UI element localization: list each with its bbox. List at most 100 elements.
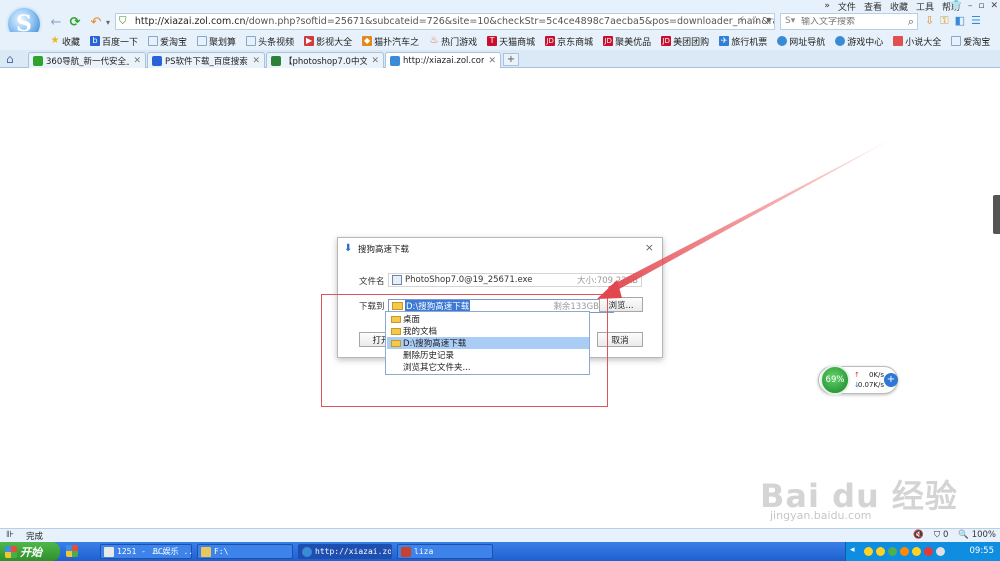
exe-file-icon — [392, 275, 402, 285]
bookmark-nav[interactable]: 网址导航 — [777, 35, 825, 48]
key-icon[interactable]: ⚿ — [940, 14, 948, 28]
bookmark-jd[interactable]: JD 京东商城 — [545, 35, 593, 48]
quicklaunch-app-icon[interactable] — [66, 545, 78, 557]
close-icon[interactable]: ✕ — [990, 1, 998, 11]
search-engine-icon[interactable]: S▾ — [785, 16, 795, 26]
tab-bar: ⌂ 360导航_新一代安全上网 ✕ PS软件下载_百度搜索 ✕ 【photosh… — [0, 50, 1000, 68]
bookmark-baidu[interactable]: b 百度一下 — [90, 35, 138, 48]
plane-icon: ✈ — [719, 36, 730, 46]
tab-favicon — [390, 55, 400, 66]
security-icon[interactable] — [888, 547, 897, 556]
tab-xiazai-zol[interactable]: http://xiazai.zol.com.cn/ ✕ — [385, 52, 501, 68]
qq-icon[interactable] — [876, 547, 885, 556]
plus-icon[interactable]: + — [884, 373, 898, 387]
zoom-level[interactable]: 🔍 100% — [958, 530, 996, 540]
skin-icon[interactable]: 👕 — [951, 1, 962, 11]
filename-field[interactable]: PhotoShop7.0@19_25671.exe 大小:709.22KB — [388, 273, 642, 287]
address-dropdown-icon[interactable]: ▾ — [766, 15, 771, 26]
bookmark-favorites[interactable]: ★ 收藏 — [50, 35, 81, 48]
quick-launch — [66, 545, 78, 557]
windows-taskbar: 开始 1251 - ... BC娱乐 ... F:\ http://xiazai… — [0, 542, 1000, 561]
app-tray-icon[interactable] — [924, 547, 933, 556]
refresh-icon[interactable]: ⟳ — [67, 14, 83, 30]
star-icon: ★ — [50, 35, 60, 46]
speed-percent-circle: 69% — [820, 365, 850, 395]
tab-close-icon[interactable]: ✕ — [488, 56, 496, 66]
menu-more-icon[interactable]: » — [824, 1, 830, 11]
url-text[interactable]: http://xiazai.zol.com.cn/down.php?softid… — [135, 16, 774, 27]
menu-view[interactable]: 查看 — [864, 0, 882, 13]
menu-bar: » 文件 查看 收藏 工具 帮助 — [824, 0, 960, 13]
app-icon — [401, 546, 411, 557]
tab-close-icon[interactable]: ✕ — [252, 56, 260, 66]
tab-ps-search[interactable]: PS软件下载_百度搜索 ✕ — [147, 52, 265, 68]
flame-icon: ♨ — [429, 35, 439, 46]
bookmark-game-center[interactable]: 游戏中心 — [835, 35, 883, 48]
task-liza[interactable]: liza — [397, 544, 493, 559]
menu-favorites[interactable]: 收藏 — [890, 0, 908, 13]
network-speed-widget[interactable]: 69% ↑ 0K/s ↓ 0.07K/s + — [818, 365, 898, 395]
app-tray-icon[interactable] — [900, 547, 909, 556]
undo-dropdown-icon[interactable]: ▾ — [100, 14, 116, 30]
qq-icon[interactable] — [864, 547, 873, 556]
home-icon[interactable]: ⌂ — [6, 52, 14, 66]
address-actions: ⚡ ☆ ▾ — [738, 15, 771, 26]
menu-grid-icon[interactable]: ☰ — [971, 14, 981, 28]
tab-favicon — [271, 55, 281, 66]
restore-icon[interactable]: ▫ — [978, 1, 984, 11]
favorite-star-icon[interactable]: ☆ — [751, 15, 760, 26]
windows-logo-icon — [5, 545, 17, 558]
menu-tools[interactable]: 工具 — [916, 0, 934, 13]
window-controls: 👕 – ▫ ✕ — [951, 0, 998, 12]
upload-speed: ↑ 0K/s — [854, 371, 884, 379]
shield-count[interactable]: ⛉ 0 — [934, 530, 949, 540]
task-explorer[interactable]: F:\ — [197, 544, 293, 559]
jd-icon: JD — [545, 36, 556, 46]
start-button[interactable]: 开始 — [0, 542, 60, 561]
new-tab-button[interactable]: + — [503, 53, 519, 66]
bookmark-video[interactable]: ▶ 影视大全 — [304, 35, 352, 48]
minimize-icon[interactable]: – — [968, 1, 973, 11]
globe-icon — [777, 36, 788, 46]
volume-icon[interactable] — [936, 547, 945, 556]
back-icon[interactable]: ← — [48, 14, 64, 30]
tab-photoshop[interactable]: 【photoshop7.0中文版 ✕ — [266, 52, 384, 68]
bookmark-novels[interactable]: 小说大全 — [893, 35, 941, 48]
status-right-area: 🔇 ⛉ 0 🔍 100% — [913, 530, 996, 540]
bookmark-juhuasuan[interactable]: 聚划算 — [197, 35, 236, 48]
bookmark-travel[interactable]: ✈ 旅行机票 — [719, 35, 767, 48]
lightning-icon[interactable]: ⚡ — [738, 15, 745, 26]
status-text: 完成 — [26, 532, 44, 542]
page-icon — [197, 36, 208, 46]
bookmark-toutiao-video[interactable]: 头条视频 — [246, 35, 294, 48]
extension-icon[interactable]: ◧ — [955, 14, 965, 28]
search-icon[interactable]: ⌕ — [908, 15, 914, 29]
address-bar[interactable]: ⛉ http://xiazai.zol.com.cn/down.php?soft… — [115, 13, 775, 30]
side-panel-handle[interactable] — [993, 195, 1000, 234]
filename-label: 文件名 — [359, 277, 385, 287]
bookmark-hot-games[interactable]: ♨ 热门游戏 — [429, 35, 478, 48]
tmall-icon: T — [487, 36, 498, 46]
dialog-close-icon[interactable]: × — [645, 241, 654, 254]
tray-expand-icon[interactable]: ◂ — [850, 545, 855, 555]
search-input[interactable] — [801, 16, 911, 27]
filename-value: PhotoShop7.0@19_25671.exe — [405, 275, 533, 285]
menu-file[interactable]: 文件 — [838, 0, 856, 13]
bookmark-meituan[interactable]: JD 美团团购 — [661, 35, 709, 48]
task-bc-entertainment[interactable]: BC娱乐 ... — [150, 544, 194, 559]
bookmark-aitaobao[interactable]: 爱淘宝 — [148, 35, 187, 48]
tab-close-icon[interactable]: ✕ — [133, 56, 141, 66]
bookmark-aitaobao-2[interactable]: 爱淘宝 — [951, 35, 990, 48]
tab-close-icon[interactable]: ✕ — [371, 56, 379, 66]
chart-app-icon — [104, 546, 114, 557]
task-browser[interactable]: http://xiazai.zo... — [298, 544, 392, 559]
bookmark-tmall[interactable]: T 天猫商城 — [487, 35, 535, 48]
mute-icon[interactable]: 🔇 — [913, 530, 924, 540]
download-manager-icon[interactable]: ⇩ — [925, 14, 934, 28]
bookmark-jumei[interactable]: JD 聚美优品 — [603, 35, 651, 48]
tab-360-nav[interactable]: 360导航_新一代安全上网 ✕ — [28, 52, 146, 68]
bookmark-mop-car[interactable]: ◆ 猫扑汽车之 — [362, 35, 419, 48]
qq-icon[interactable] — [912, 547, 921, 556]
search-box[interactable]: S▾ ⌕ — [780, 13, 918, 30]
sidebar-toggle-icon[interactable]: ⊪ — [6, 530, 14, 540]
